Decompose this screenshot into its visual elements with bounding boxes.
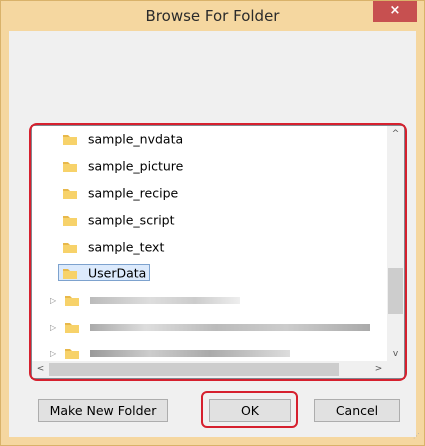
folder-icon <box>63 215 77 226</box>
folder-tree[interactable]: sample_nvdata sample_picture sample_reci… <box>31 125 405 379</box>
folder-icon <box>64 322 79 333</box>
vertical-scroll-thumb[interactable] <box>388 268 403 314</box>
resize-grip-icon[interactable]: ⋰ <box>413 433 421 442</box>
title-bar[interactable]: Browse For Folder × <box>1 1 424 30</box>
folder-icon <box>64 295 79 306</box>
tree-item-redacted[interactable]: ▷ <box>50 289 240 311</box>
tree-item-sample-recipe[interactable]: sample_recipe <box>62 182 178 204</box>
folder-icon <box>63 242 77 253</box>
vertical-scrollbar[interactable]: ^ v <box>387 126 404 363</box>
folder-icon <box>63 188 77 199</box>
tree-item-userdata[interactable]: UserData <box>58 262 151 284</box>
tree-item-label: sample_picture <box>87 158 184 174</box>
redacted-label <box>89 350 290 357</box>
folder-icon <box>63 161 77 172</box>
close-icon: × <box>389 3 401 18</box>
tree-item-redacted[interactable]: ▷ <box>50 316 370 338</box>
expand-arrow-icon[interactable]: ▷ <box>50 290 60 312</box>
tree-item-label: sample_text <box>87 239 165 255</box>
ok-button[interactable]: OK <box>209 399 291 422</box>
tree-item-sample-picture[interactable]: sample_picture <box>62 155 183 177</box>
folder-icon <box>64 348 79 359</box>
expand-arrow-icon[interactable]: ▷ <box>50 317 60 339</box>
horizontal-scroll-thumb[interactable] <box>49 363 339 376</box>
tree-item-label: sample_script <box>87 212 175 228</box>
scroll-right-icon[interactable]: > <box>370 361 387 378</box>
tree-item-sample-nvdata[interactable]: sample_nvdata <box>62 128 183 150</box>
selected-item-box: UserData <box>58 264 151 281</box>
dialog-title: Browse For Folder <box>145 7 280 25</box>
cancel-button[interactable]: Cancel <box>314 399 400 422</box>
tree-item-label: sample_nvdata <box>87 131 184 147</box>
tree-item-sample-script[interactable]: sample_script <box>62 209 175 231</box>
folder-icon <box>63 134 77 145</box>
tree-item-label: UserData <box>87 265 147 281</box>
tree-item-sample-text[interactable]: sample_text <box>62 236 164 258</box>
folder-icon <box>63 268 77 279</box>
scroll-up-icon[interactable]: ^ <box>387 126 404 143</box>
tree-item-label: sample_recipe <box>87 185 179 201</box>
horizontal-scrollbar[interactable]: < > <box>32 361 404 378</box>
make-new-folder-button[interactable]: Make New Folder <box>38 399 168 422</box>
browse-for-folder-dialog: Browse For Folder × sample_nvdata sample… <box>0 0 425 446</box>
scroll-left-icon[interactable]: < <box>32 361 49 378</box>
redacted-label <box>89 324 370 331</box>
close-button[interactable]: × <box>373 1 417 22</box>
redacted-label <box>89 297 240 304</box>
